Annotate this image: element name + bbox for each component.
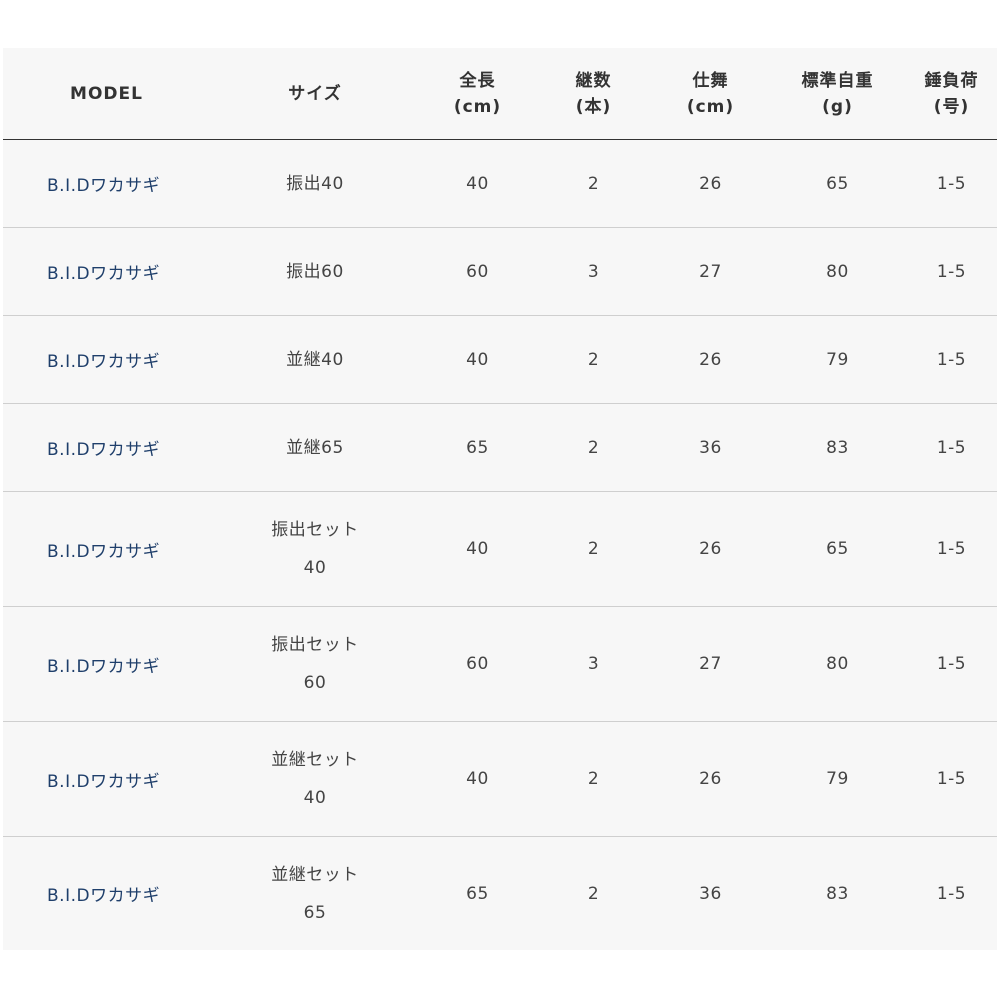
- table-row: B.I.Dワカサギ 振出セット 40 40 2 26 65 1-5: [3, 492, 997, 607]
- table-row: B.I.Dワカサギ 並継65 65 2 36 83 1-5: [3, 404, 997, 492]
- cell-length: 40: [466, 539, 489, 559]
- cell-size: 並継セット 65: [210, 856, 420, 932]
- cell-weight: 79: [826, 349, 849, 370]
- header-length: 全長 (cm): [453, 70, 502, 117]
- cell-sections: 2: [587, 883, 600, 904]
- cell-sinker-load: 1-5: [936, 437, 967, 458]
- size-line: 振出セット: [271, 635, 359, 655]
- cell-weight: 80: [826, 654, 849, 674]
- cell-length: 60: [466, 261, 489, 282]
- cell-closed-length: 26: [699, 349, 722, 370]
- cell-sinker-load: 1-5: [936, 173, 967, 194]
- cell-sections: 2: [587, 769, 600, 789]
- cell-length: 40: [466, 769, 489, 789]
- header-sections: 継数 (本): [575, 70, 612, 117]
- size-line: 65: [303, 902, 327, 923]
- cell-sections: 2: [587, 349, 600, 370]
- cell-model: B.I.Dワカサギ: [47, 264, 161, 284]
- cell-closed-length: 27: [699, 261, 722, 282]
- table-row: B.I.Dワカサギ 振出40 40 2 26 65 1-5: [3, 140, 997, 228]
- cell-length: 65: [466, 883, 489, 904]
- cell-length: 40: [466, 173, 489, 194]
- cell-sections: 3: [587, 654, 600, 674]
- cell-closed-length: 36: [699, 883, 722, 904]
- cell-sections: 2: [587, 437, 600, 458]
- cell-sinker-load: 1-5: [936, 349, 967, 370]
- table-row: B.I.Dワカサギ 振出セット 60 60 3 27 80 1-5: [3, 607, 997, 722]
- cell-weight: 65: [826, 539, 849, 559]
- cell-model: B.I.Dワカサギ: [47, 541, 161, 562]
- cell-model: B.I.Dワカサギ: [47, 352, 161, 372]
- cell-closed-length: 26: [699, 539, 722, 559]
- cell-length: 60: [466, 654, 489, 674]
- size-line: 振出60: [286, 261, 344, 282]
- cell-sinker-load: 1-5: [936, 654, 967, 674]
- cell-weight: 83: [826, 437, 849, 458]
- cell-sinker-load: 1-5: [936, 769, 967, 789]
- size-line: 40: [303, 788, 327, 808]
- header-weight: 標準自重 (g): [801, 70, 874, 117]
- cell-sinker-load: 1-5: [936, 883, 967, 904]
- table-row: B.I.Dワカサギ 並継40 40 2 26 79 1-5: [3, 316, 997, 404]
- cell-weight: 79: [826, 769, 849, 789]
- size-line: 40: [303, 558, 327, 578]
- cell-length: 65: [466, 437, 489, 458]
- cell-model: B.I.Dワカサギ: [47, 440, 161, 460]
- header-size: サイズ: [288, 83, 342, 104]
- cell-size: 並継セット 40: [210, 741, 420, 817]
- size-line: 振出セット: [271, 520, 359, 540]
- cell-size: 振出60: [210, 253, 420, 291]
- table-row: B.I.Dワカサギ 並継セット 65 65 2 36 83 1-5: [3, 837, 997, 950]
- table-row: B.I.Dワカサギ 振出60 60 3 27 80 1-5: [3, 228, 997, 316]
- cell-closed-length: 36: [699, 437, 722, 458]
- size-line: 振出40: [286, 173, 344, 194]
- size-line: 並継セット: [271, 864, 359, 885]
- cell-size: 振出40: [210, 165, 420, 203]
- cell-model: B.I.Dワカサギ: [47, 886, 161, 906]
- size-line: 並継セット: [271, 750, 359, 770]
- cell-closed-length: 27: [699, 654, 722, 674]
- table-row: B.I.Dワカサギ 並継セット 40 40 2 26 79 1-5: [3, 722, 997, 837]
- header-sinker-load: 錘負荷 (号): [924, 70, 979, 117]
- cell-model: B.I.Dワカサギ: [47, 771, 161, 792]
- cell-sinker-load: 1-5: [936, 539, 967, 559]
- cell-size: 振出セット 40: [210, 511, 420, 587]
- table-body: B.I.Dワカサギ 振出40 40 2 26 65 1-5 B.I.Dワカサギ 振出60 60 3 2…: [3, 140, 997, 950]
- cell-size: 振出セット 60: [210, 626, 420, 702]
- cell-sections: 2: [587, 539, 600, 559]
- header-model: MODEL: [70, 83, 143, 104]
- cell-sections: 2: [587, 173, 600, 194]
- cell-sinker-load: 1-5: [936, 261, 967, 282]
- size-line: 並継65: [286, 437, 344, 458]
- cell-weight: 80: [826, 261, 849, 282]
- table-header: MODEL サイズ 全長 (cm) 継数 (本) 仕舞 (cm) 標準自重 (g) 錘負…: [3, 48, 997, 140]
- cell-weight: 83: [826, 883, 849, 904]
- spec-table: MODEL サイズ 全長 (cm) 継数 (本) 仕舞 (cm) 標準自重 (g) 錘負…: [3, 48, 997, 950]
- header-closed-length: 仕舞 (cm): [686, 70, 735, 117]
- cell-size: 並継65: [210, 429, 420, 467]
- cell-closed-length: 26: [699, 769, 722, 789]
- cell-size: 並継40: [210, 341, 420, 379]
- cell-closed-length: 26: [699, 173, 722, 194]
- size-line: 60: [303, 673, 327, 693]
- cell-model: B.I.Dワカサギ: [47, 656, 161, 677]
- cell-weight: 65: [826, 173, 849, 194]
- cell-length: 40: [466, 349, 489, 370]
- cell-sections: 3: [587, 261, 600, 282]
- cell-model: B.I.Dワカサギ: [47, 176, 161, 196]
- size-line: 並継40: [286, 349, 344, 370]
